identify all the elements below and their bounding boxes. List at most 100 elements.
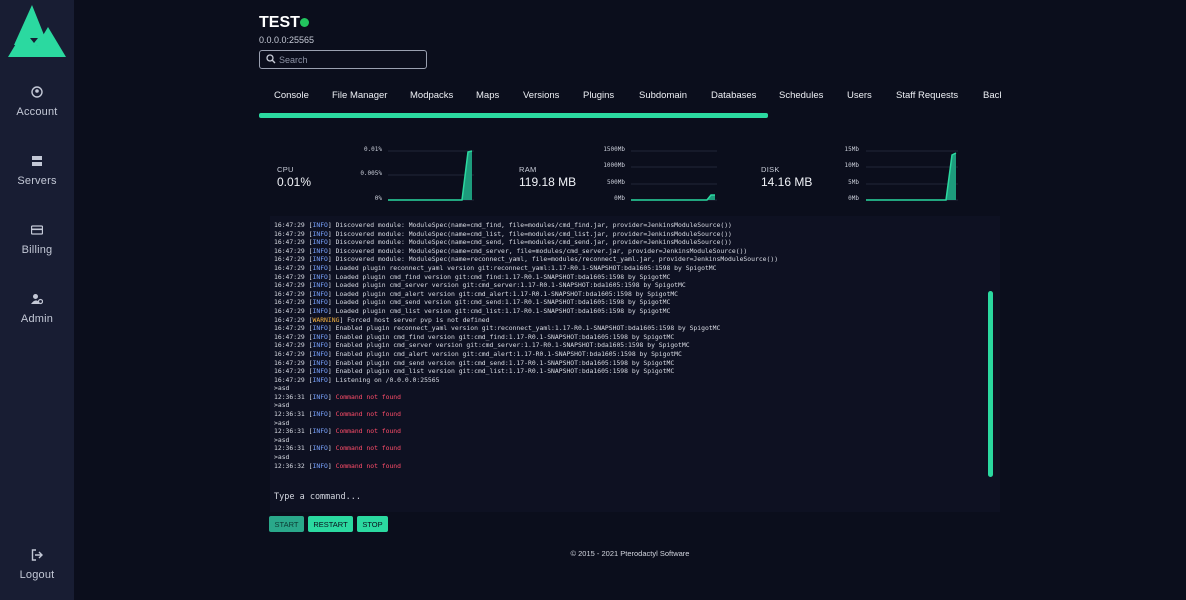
disk-chart [866,150,958,201]
restart-button[interactable]: RESTART [308,516,353,532]
console-message: Discovered module: ModuleSpec(name=cmd_l… [335,229,732,238]
sidebar-item-billing[interactable]: Billing [0,224,74,258]
console-timestamp: 12:36:31 [274,427,309,436]
sidebar-item-label: Admin [20,313,54,325]
console-message: Enabled plugin cmd_server version git:cm… [335,341,690,350]
search-icon [266,54,276,64]
console-line: >asd [274,384,974,393]
console-line: 16:47:29 [INFO] Loaded plugin reconnect_… [274,263,717,272]
console-message: Loaded plugin reconnect_yaml version git… [335,263,717,272]
console-line: 16:47:29 [INFO] Enabled plugin cmd_send … [274,358,675,367]
console-line: >asd [274,453,974,462]
user-icon [31,86,43,98]
cpu-value: 0.01% [277,175,312,189]
tab-file-manager[interactable]: File Manager [332,90,387,101]
cpu-label: CPU [277,165,294,174]
console-level: INFO [312,392,328,401]
console-timestamp: 16:47:29 [274,289,309,298]
console-timestamp: 16:47:29 [274,349,309,358]
console-level: INFO [312,375,328,384]
console-message: Loaded plugin cmd_list version git:cmd_l… [335,306,671,315]
console-line: 16:47:29 [WARNING] Forced host server pv… [274,315,490,324]
console-timestamp: 16:47:29 [274,238,309,247]
console-message: Discovered module: ModuleSpec(name=cmd_s… [335,238,732,247]
disk-tick: 10Mb [844,162,859,169]
console-message: Forced host server pvp is not defined [347,315,490,324]
ram-tick: 1000Mb [603,162,625,169]
console-line: 16:47:29 [INFO] Enabled plugin reconnect… [274,324,721,333]
console-message: Listening on /0.0.0.0:25565 [335,375,440,384]
console-line: 16:47:29 [INFO] Loaded plugin cmd_alert … [274,289,679,298]
sidebar-item-label: Billing [21,244,53,256]
console-level: INFO [312,427,328,436]
console-line: 12:36:31 [INFO] Command not found [274,392,402,401]
sidebar-item-admin[interactable]: Admin [0,293,74,327]
search-input[interactable] [279,52,424,67]
sidebar-item-label: Logout [19,569,55,581]
disk-label: DISK [761,165,780,174]
console-level: INFO [312,349,328,358]
console-line: 16:47:29 [INFO] Loaded plugin cmd_send v… [274,298,671,307]
console-scrollbar[interactable] [988,291,993,477]
console-level: INFO [312,246,328,255]
sidebar-item-account[interactable]: Account [0,86,74,120]
server-icon [32,156,42,166]
tab-users[interactable]: Users [847,90,872,101]
console-timestamp: 16:47:29 [274,246,309,255]
console-level: INFO [312,358,328,367]
command-input[interactable] [274,490,974,504]
console-message: Command not found [335,444,402,453]
console-line: 12:36:31 [INFO] Command not found [274,427,402,436]
console-message: Enabled plugin reconnect_yaml version gi… [335,324,721,333]
tab-subdomain[interactable]: Subdomain [639,90,687,101]
console-echo: >asd [274,435,290,444]
console-message: Command not found [335,392,402,401]
ram-label: RAM [519,165,537,174]
status-indicator [300,18,309,27]
console-line: 16:47:29 [INFO] Enabled plugin cmd_find … [274,332,675,341]
console-timestamp: 16:47:29 [274,229,309,238]
console-echo: >asd [274,401,290,410]
tab-modpacks[interactable]: Modpacks [410,90,453,101]
tab-staff-requests[interactable]: Staff Requests [896,90,958,101]
console-level: INFO [312,229,328,238]
ram-tick: 500Mb [606,179,625,186]
tab-plugins[interactable]: Plugins [583,90,614,101]
console-level: INFO [312,238,328,247]
console-message: Loaded plugin cmd_server version git:cmd… [335,281,686,290]
tab-databases[interactable]: Databases [711,90,756,101]
sidebar: Account Servers Billing Admin Logout [0,0,74,600]
ram-value: 119.18 MB [519,175,577,189]
console-level: INFO [312,221,328,229]
console-level: INFO [312,324,328,333]
console-level: INFO [312,332,328,341]
console-echo: >asd [274,418,290,427]
console-message: Enabled plugin cmd_alert version git:cmd… [335,349,682,358]
console-timestamp: 16:47:29 [274,281,309,290]
console-timestamp: 16:47:29 [274,272,309,281]
console-timestamp: 12:36:31 [274,444,309,453]
sidebar-item-servers[interactable]: Servers [0,155,74,189]
console-timestamp: 16:47:29 [274,306,309,315]
tab-schedules[interactable]: Schedules [779,90,823,101]
tab-maps[interactable]: Maps [476,90,499,101]
tab-versions[interactable]: Versions [523,90,559,101]
console-echo: >asd [274,384,290,393]
server-name: TEST [259,14,300,31]
tab-backups[interactable]: Back [983,90,1001,101]
console-output: 16:47:29 [INFO] Discovered module: Modul… [274,221,974,483]
console-line: 16:47:29 [INFO] Listening on /0.0.0.0:25… [274,375,440,384]
console-timestamp: 12:36:32 [274,461,309,470]
console-line: 16:47:29 [INFO] Discovered module: Modul… [274,238,732,247]
console-timestamp: 16:47:29 [274,332,309,341]
console-line: 16:47:29 [INFO] Enabled plugin cmd_list … [274,367,675,376]
pterodactyl-logo[interactable] [8,5,66,59]
cpu-tick: 0.005% [360,170,382,177]
cpu-tick: 0% [374,195,382,202]
tab-console[interactable]: Console [274,90,309,101]
disk-value: 14.16 MB [761,175,813,189]
stop-button[interactable]: STOP [357,516,388,532]
footer-copyright: © 2015 - 2021 Pterodactyl Software [570,549,690,558]
start-button[interactable]: START [269,516,304,532]
console-level: INFO [312,367,328,376]
